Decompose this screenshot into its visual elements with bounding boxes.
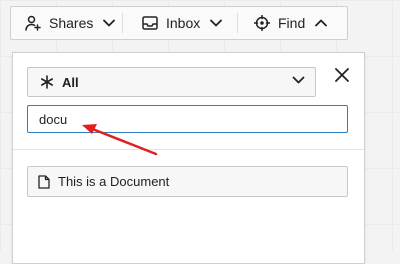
- inbox-button[interactable]: Inbox: [123, 7, 237, 39]
- person-plus-icon: [25, 15, 41, 31]
- shares-label: Shares: [49, 15, 94, 31]
- type-filter-select[interactable]: All: [27, 67, 316, 97]
- type-filter-value: All: [62, 74, 79, 90]
- chevron-down-icon: [103, 19, 116, 27]
- inbox-tray-icon: [142, 16, 158, 30]
- asterisk-icon: [40, 75, 54, 89]
- search-input[interactable]: [27, 105, 348, 133]
- result-label: This is a Document: [58, 174, 170, 189]
- close-icon: [335, 67, 349, 87]
- close-button[interactable]: [333, 67, 351, 87]
- inbox-label: Inbox: [166, 15, 201, 31]
- document-icon: [38, 174, 50, 189]
- find-panel: All This is a Document: [12, 52, 365, 264]
- toolbar: Shares Inbox Find: [10, 6, 348, 40]
- find-label: Find: [278, 15, 306, 31]
- crosshair-icon: [254, 15, 270, 31]
- chevron-up-icon: [315, 19, 328, 27]
- find-button[interactable]: Find: [238, 7, 328, 39]
- chevron-down-icon: [292, 76, 305, 85]
- shares-button[interactable]: Shares: [11, 7, 122, 39]
- panel-divider: [13, 149, 364, 150]
- result-item[interactable]: This is a Document: [27, 166, 348, 197]
- chevron-down-icon: [210, 19, 223, 27]
